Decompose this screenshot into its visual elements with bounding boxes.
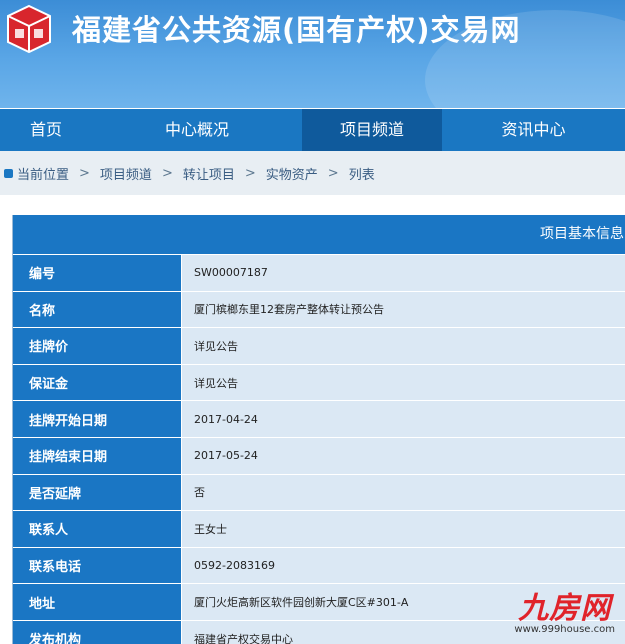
row-value: 2017-05-24 (181, 437, 625, 474)
breadcrumb-list: 列表 (348, 167, 375, 183)
table-row: 联系电话 0592-2083169 (13, 546, 625, 584)
main-nav: 首页 中心概况 项目频道 资讯中心 (0, 109, 625, 151)
table-row: 联系人 王女士 (13, 510, 625, 547)
row-label: 联系电话 (13, 547, 181, 584)
row-value: 厦门槟榔东里12套房产整体转让预公告 (181, 291, 625, 328)
row-value: 详见公告 (181, 328, 625, 364)
breadcrumb-current-position: 当前位置 (17, 167, 70, 183)
row-label: 挂牌开始日期 (13, 401, 181, 437)
row-value: SW00007187 (181, 255, 625, 291)
breadcrumb-physical-assets[interactable]: 实物资产 (266, 164, 318, 183)
nav-item-news[interactable]: 资讯中心 (442, 109, 625, 151)
nav-item-home[interactable]: 首页 (0, 109, 92, 151)
row-label: 名称 (13, 291, 181, 328)
building-cube-logo-icon[interactable] (2, 2, 56, 56)
row-label: 编号 (13, 255, 181, 291)
project-info-table: 项目基本信息 编号 SW00007187 名称 厦门槟榔东里12套房产整体转让预… (12, 215, 625, 644)
row-label: 是否延牌 (13, 474, 181, 511)
row-value: 详见公告 (181, 364, 625, 401)
breadcrumb-separator: > (161, 165, 173, 181)
breadcrumb-separator: > (327, 165, 339, 181)
site-title: 福建省公共资源(国有产权)交易网 (72, 13, 521, 47)
row-value: 0592-2083169 (181, 547, 625, 584)
row-label: 发布机构 (13, 620, 181, 644)
watermark-url: www.999house.com (514, 624, 615, 635)
table-row: 挂牌开始日期 2017-04-24 (13, 400, 625, 437)
nav-item-projects[interactable]: 项目频道 (302, 109, 442, 151)
row-label: 地址 (13, 584, 181, 620)
table-row: 是否延牌 否 (13, 473, 625, 511)
breadcrumb-separator: > (79, 165, 90, 181)
row-label: 保证金 (13, 364, 181, 401)
table-row: 编号 SW00007187 (13, 254, 625, 291)
breadcrumb-transfer-projects[interactable]: 转让项目 (183, 164, 235, 183)
table-row: 保证金 详见公告 (13, 363, 625, 401)
breadcrumb: 当前位置 > 项目频道 > 转让项目 > 实物资产 > 列表 (0, 151, 625, 195)
header-banner: 福建省公共资源(国有产权)交易网 (0, 0, 625, 108)
location-icon (4, 168, 13, 178)
row-label: 联系人 (13, 511, 181, 547)
breadcrumb-project-channel[interactable]: 项目频道 (100, 164, 152, 183)
table-row: 挂牌结束日期 2017-05-24 (13, 436, 625, 474)
info-table-header: 项目基本信息 (13, 215, 625, 254)
nav-item-overview[interactable]: 中心概况 (92, 109, 302, 151)
row-value: 否 (181, 474, 625, 511)
row-label: 挂牌价 (13, 328, 181, 364)
row-value: 王女士 (181, 511, 625, 547)
info-table-title: 项目基本信息 (540, 226, 624, 242)
watermark: 九房网 www.999house.com (514, 594, 615, 636)
row-value: 2017-04-24 (181, 401, 625, 437)
table-row: 挂牌价 详见公告 (13, 327, 625, 364)
breadcrumb-separator: > (244, 165, 256, 181)
row-label: 挂牌结束日期 (13, 437, 181, 474)
watermark-logo: 九房网 (518, 591, 612, 626)
table-row: 名称 厦门槟榔东里12套房产整体转让预公告 (13, 290, 625, 328)
